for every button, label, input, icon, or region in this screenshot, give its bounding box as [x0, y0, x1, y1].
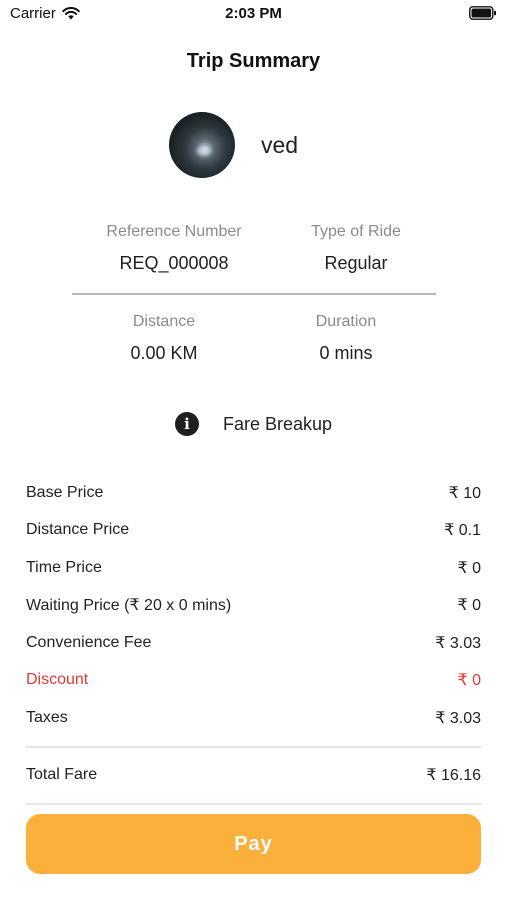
reference-number-label: Reference Number [106, 223, 242, 240]
ride-type-cell: Type of Ride Regular [276, 223, 436, 274]
avatar [168, 112, 235, 178]
fare-row-discount: Discount ₹ 0 [26, 662, 481, 700]
pay-button[interactable]: Pay [26, 814, 481, 874]
fare-value: ₹ 0 [457, 597, 481, 615]
distance-cell: Distance 0.00 KM [72, 313, 256, 364]
fare-value: ₹ 0.1 [444, 522, 481, 540]
fare-value: ₹ 3.03 [435, 634, 481, 652]
duration-value: 0 mins [319, 343, 373, 363]
fare-row-time-price: Time Price ₹ 0 [26, 549, 481, 587]
fare-value: ₹ 10 [448, 484, 481, 502]
ride-type-label: Type of Ride [311, 223, 401, 240]
fare-label: Discount [26, 671, 89, 689]
reference-number-value: REQ_000008 [119, 253, 229, 273]
info-divider [72, 293, 436, 295]
driver-profile: ved [0, 112, 507, 178]
driver-name: ved [260, 131, 299, 158]
fare-value: ₹ 3.03 [435, 709, 481, 727]
fare-label: Distance Price [26, 521, 130, 539]
fare-row-convenience-fee: Convenience Fee ₹ 3.03 [26, 624, 481, 662]
ride-type-value: Regular [324, 253, 388, 273]
total-fare-value: ₹ 16.16 [426, 767, 481, 784]
fare-label: Base Price [26, 483, 104, 501]
fare-row-waiting-price: Waiting Price (₹ 20 x 0 mins) ₹ 0 [26, 587, 481, 625]
total-fare-row: Total Fare ₹ 16.16 [26, 757, 481, 793]
fare-label: Time Price [26, 558, 102, 576]
reference-number-cell: Reference Number REQ_000008 [72, 223, 276, 274]
total-divider-top [26, 746, 481, 748]
fare-label: Convenience Fee [26, 633, 152, 651]
fare-row-taxes: Taxes ₹ 3.03 [26, 699, 481, 737]
total-fare-label: Total Fare [26, 766, 98, 783]
fare-label: Waiting Price (₹ 20 x 0 mins) [26, 597, 232, 615]
fare-row-base-price: Base Price ₹ 10 [26, 474, 481, 512]
info-icon[interactable]: i [174, 412, 199, 436]
fare-row-distance-price: Distance Price ₹ 0.1 [26, 512, 481, 550]
distance-label: Distance [132, 313, 196, 330]
duration-label: Duration [315, 313, 377, 330]
fare-list: Base Price ₹ 10 Distance Price ₹ 0.1 Tim… [26, 474, 481, 737]
duration-cell: Duration 0 mins [256, 313, 436, 364]
trip-info-row-2: Distance 0.00 KM Duration 0 mins [72, 313, 436, 364]
battery-icon [469, 6, 497, 25]
status-time: 2:03 PM [225, 5, 282, 22]
fare-breakup-label: Fare Breakup [222, 413, 333, 434]
distance-value: 0.00 KM [130, 343, 198, 363]
page-title: Trip Summary [186, 50, 321, 72]
fare-value: ₹ 0 [457, 672, 481, 690]
total-divider-bottom [26, 803, 481, 805]
fare-value: ₹ 0 [457, 559, 481, 577]
status-bar: Carrier 2:03 PM [0, 0, 507, 28]
trip-info-row-1: Reference Number REQ_000008 Type of Ride… [72, 223, 436, 274]
fare-breakup-header[interactable]: i Fare Breakup [0, 412, 507, 436]
fare-label: Taxes [26, 708, 68, 726]
